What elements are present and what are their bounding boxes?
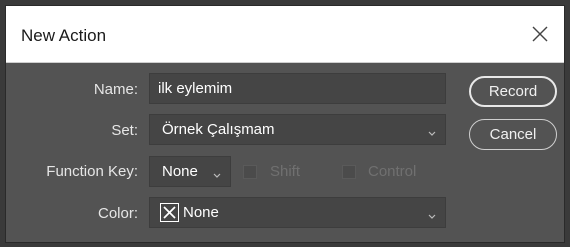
cancel-button[interactable]: Cancel [469, 119, 557, 150]
dialog-title: New Action [21, 26, 107, 45]
function-key-value: None [162, 163, 198, 180]
color-label: Color: [97, 205, 138, 222]
close-icon[interactable] [530, 24, 550, 44]
shift-label: Shift [270, 163, 301, 180]
no-color-x-icon [160, 203, 179, 222]
control-label: Control [368, 163, 417, 180]
function-key-label: Function Key: [46, 163, 138, 180]
control-checkbox[interactable] [342, 165, 356, 179]
chevron-down-icon [212, 167, 222, 178]
dialog-titlebar: New Action [6, 6, 564, 63]
name-label: Name: [93, 81, 138, 98]
set-select-value: Örnek Çalışmam [162, 121, 275, 138]
color-select-value: None [183, 204, 219, 221]
new-action-dialog: New Action Name: Set: Örnek Çalışmam Fun… [5, 5, 565, 243]
chevron-down-icon [427, 208, 437, 219]
chevron-down-icon [427, 125, 437, 136]
record-button[interactable]: Record [469, 76, 557, 107]
name-field[interactable] [149, 73, 446, 104]
set-select[interactable]: Örnek Çalışmam [149, 114, 446, 145]
name-input[interactable] [150, 74, 445, 103]
shift-checkbox[interactable] [243, 165, 257, 179]
color-select[interactable]: None [149, 197, 446, 228]
set-label: Set: [111, 122, 138, 139]
function-key-select[interactable]: None [149, 156, 231, 187]
